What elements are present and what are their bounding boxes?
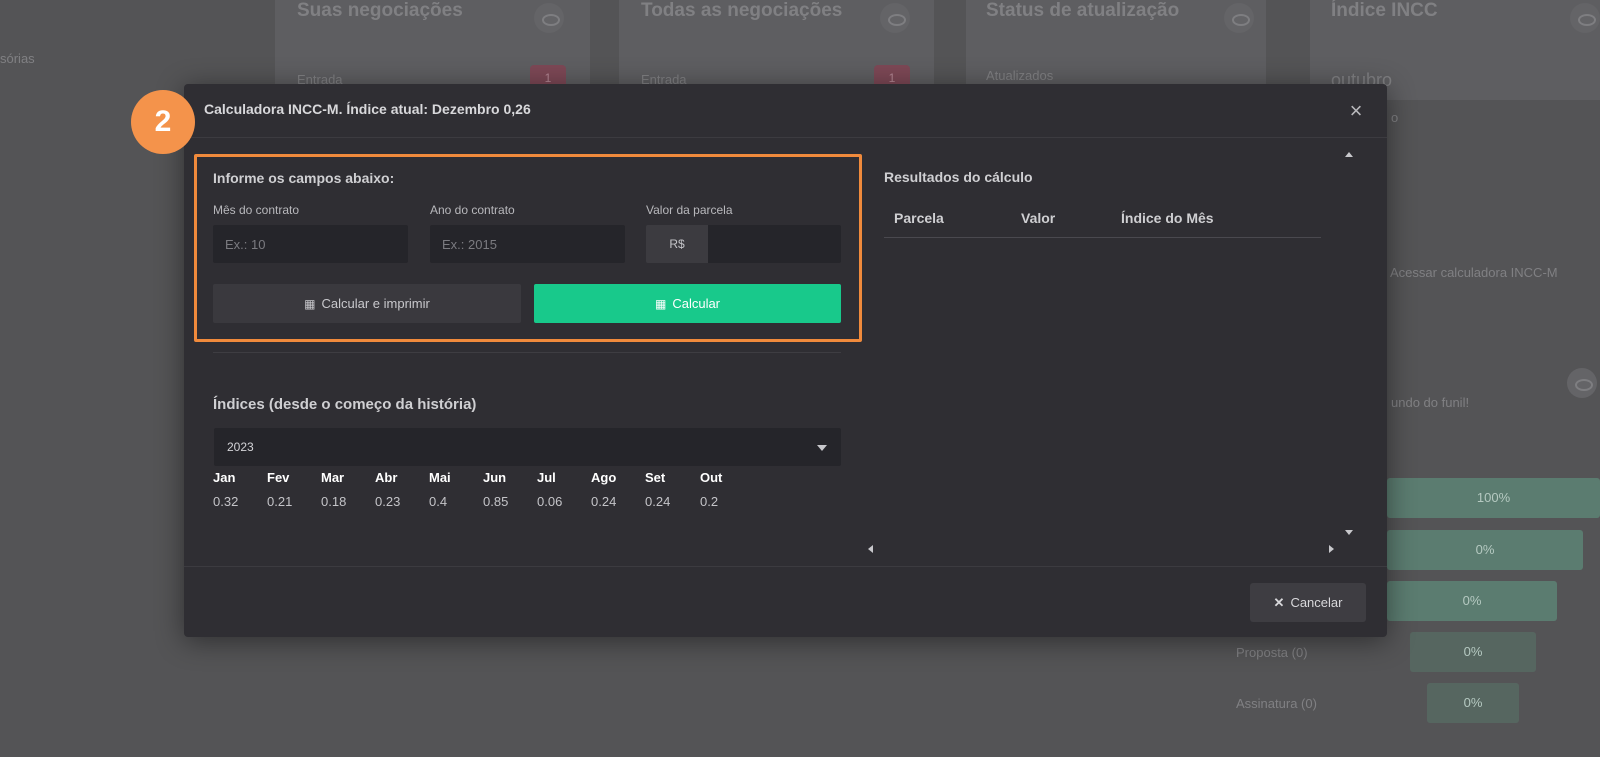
- eye-icon: [880, 3, 910, 33]
- month-index: Fev 0.21: [267, 470, 317, 509]
- column-header-parcela: Parcela: [894, 210, 944, 226]
- calculate-and-print-button[interactable]: ▦ Calcular e imprimir: [213, 284, 521, 323]
- close-icon: ✕: [1273, 595, 1285, 610]
- divider: [213, 352, 841, 353]
- calculator-icon: ▦: [304, 297, 316, 311]
- scroll-down-icon[interactable]: [1345, 530, 1353, 535]
- month-value: 0.85: [483, 494, 509, 509]
- month-value: 0.23: [375, 494, 401, 509]
- year-select[interactable]: 2023: [214, 428, 841, 466]
- month-name: Jun: [483, 470, 507, 485]
- funnel-text: undo do funil!: [1391, 395, 1470, 410]
- column-header-indice: Índice do Mês: [1121, 210, 1214, 226]
- calculate-button[interactable]: ▦ Calcular: [534, 284, 841, 323]
- close-icon[interactable]: ×: [1343, 98, 1369, 124]
- card-title: Todas as negociações: [641, 0, 843, 21]
- table-header-divider: [884, 237, 1321, 238]
- card-row-label: Atualizados: [986, 68, 1054, 83]
- month-value: 0.24: [591, 494, 617, 509]
- month-value: 0.06: [537, 494, 563, 509]
- access-calculator-link[interactable]: Acessar calculadora INCC-M: [1390, 265, 1558, 280]
- button-label: Calcular e imprimir: [321, 296, 430, 311]
- amount-input[interactable]: [708, 225, 841, 263]
- amount-field-label: Valor da parcela: [646, 203, 733, 217]
- eye-icon: [1224, 3, 1254, 33]
- month-index: Set 0.24: [645, 470, 695, 509]
- month-index: Jul 0.06: [537, 470, 587, 509]
- month-value: 0.4: [429, 494, 448, 509]
- card-title: Índice INCC: [1331, 0, 1438, 21]
- sidebar-item-fragment: sórias: [0, 51, 35, 66]
- card-title: Status de atualização: [986, 0, 1180, 21]
- eye-icon: [534, 3, 564, 33]
- month-index: Jan 0.32: [213, 470, 263, 509]
- funnel-bar: 0%: [1387, 581, 1557, 621]
- month-name: Set: [645, 470, 666, 485]
- month-index: Ago 0.24: [591, 470, 641, 509]
- button-label: Calcular: [672, 296, 721, 311]
- eye-icon: [1567, 368, 1597, 398]
- scroll-right-icon[interactable]: [1329, 545, 1334, 553]
- funnel-bar: 0%: [1427, 683, 1519, 723]
- funnel-bar: 0%: [1410, 632, 1536, 672]
- month-value: 0.24: [645, 494, 671, 509]
- scroll-left-icon[interactable]: [868, 545, 873, 553]
- eye-icon: [1570, 3, 1600, 33]
- scroll-up-icon[interactable]: [1345, 152, 1353, 157]
- results-heading: Resultados do cálculo: [884, 169, 1033, 185]
- funnel-label: Proposta (0): [1236, 645, 1308, 660]
- month-index: Out 0.2: [700, 470, 750, 509]
- month-value: 0.21: [267, 494, 293, 509]
- month-name: Mar: [321, 470, 345, 485]
- modal-footer-divider: [184, 566, 1387, 567]
- currency-prefix: R$: [646, 225, 708, 263]
- month-name: Abr: [375, 470, 398, 485]
- month-index: Mar 0.18: [321, 470, 371, 509]
- month-value: 0.2: [700, 494, 719, 509]
- incc-calculator-modal: Calculadora INCC-M. Índice atual: Dezemb…: [184, 84, 1387, 637]
- chevron-down-icon: [817, 445, 827, 451]
- calculator-icon: ▦: [654, 297, 667, 311]
- funnel-label: Assinatura (0): [1236, 696, 1317, 711]
- month-name: Ago: [591, 470, 617, 485]
- month-name: Jan: [213, 470, 236, 485]
- month-value: 0.18: [321, 494, 347, 509]
- year-select-value: 2023: [227, 440, 254, 454]
- month-name: Out: [700, 470, 723, 485]
- cancel-button[interactable]: ✕ Cancelar: [1250, 583, 1366, 622]
- form-heading: Informe os campos abaixo:: [213, 170, 395, 186]
- month-index: Abr 0.23: [375, 470, 425, 509]
- column-header-valor: Valor: [1021, 210, 1056, 226]
- modal-header: Calculadora INCC-M. Índice atual: Dezemb…: [184, 84, 1387, 138]
- card-title: Suas negociações: [297, 0, 463, 21]
- card-fragment: o: [1391, 110, 1399, 125]
- month-name: Jul: [537, 470, 556, 485]
- month-field-label: Mês do contrato: [213, 203, 300, 217]
- step-number-badge: 2: [131, 90, 195, 154]
- month-value: 0.32: [213, 494, 239, 509]
- month-name: Fev: [267, 470, 290, 485]
- modal-title: Calculadora INCC-M. Índice atual: Dezemb…: [204, 101, 531, 117]
- indices-heading: Índices (desde o começo da história): [213, 396, 477, 413]
- year-field-label: Ano do contrato: [430, 203, 515, 217]
- funnel-bar: 100%: [1387, 478, 1600, 518]
- year-input[interactable]: [430, 225, 625, 263]
- month-index: Jun 0.85: [483, 470, 533, 509]
- month-index: Mai 0.4: [429, 470, 479, 509]
- month-input[interactable]: [213, 225, 408, 263]
- month-name: Mai: [429, 470, 451, 485]
- funnel-bar: 0%: [1387, 530, 1583, 570]
- button-label: Cancelar: [1290, 595, 1343, 610]
